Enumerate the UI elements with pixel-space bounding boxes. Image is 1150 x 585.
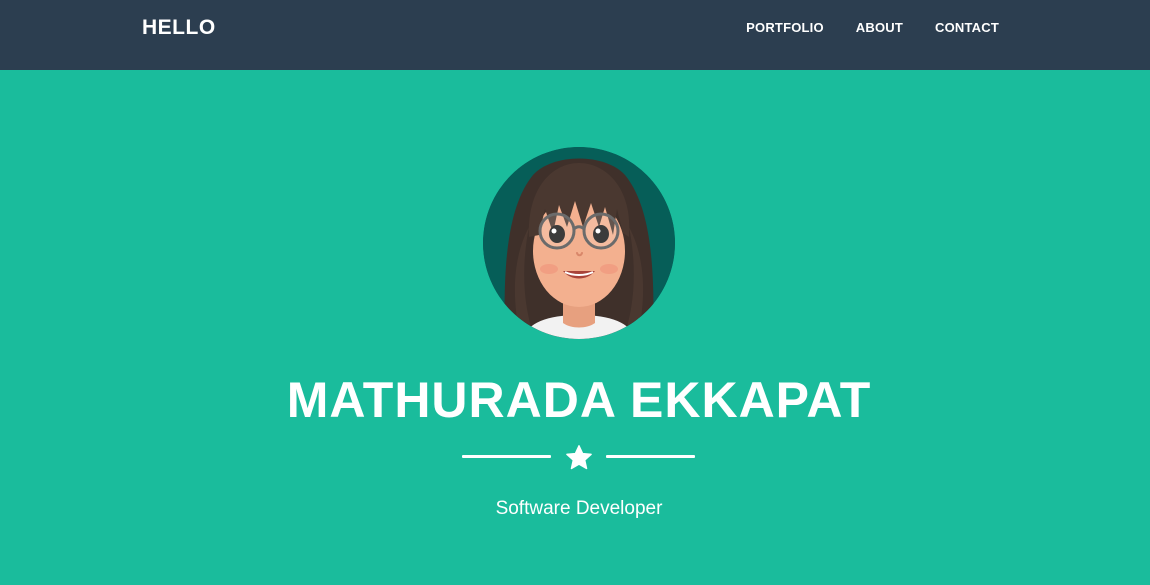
nav-link-portfolio[interactable]: PORTFOLIO [730, 20, 840, 36]
brand-link[interactable]: HELLO [142, 15, 216, 41]
subtitle: Software Developer [495, 498, 663, 519]
page-title: MATHURADA EKKAPAT [286, 372, 872, 428]
divider-line-left [462, 455, 551, 458]
avatar-illustration [483, 147, 675, 339]
divider [462, 444, 695, 472]
masthead: MATHURADA EKKAPAT Software Developer [0, 70, 1150, 585]
avatar [483, 147, 675, 339]
nav-links: PORTFOLIO ABOUT CONTACT [730, 20, 999, 36]
nav-link-contact[interactable]: CONTACT [919, 20, 999, 36]
nav-link-about[interactable]: ABOUT [840, 20, 919, 36]
divider-line-right [606, 455, 695, 458]
navbar: HELLO PORTFOLIO ABOUT CONTACT [0, 0, 1150, 70]
star-icon [566, 445, 592, 470]
